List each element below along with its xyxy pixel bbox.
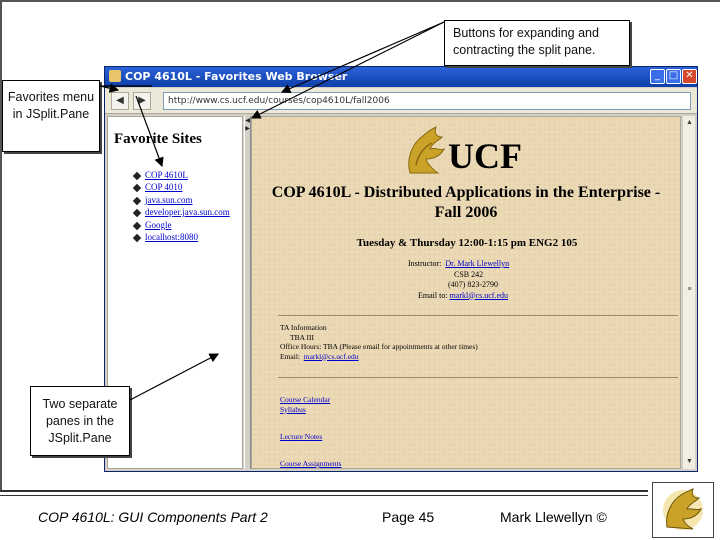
slide-footer: COP 4610L: GUI Components Part 2 Page 45… bbox=[0, 482, 720, 540]
collapse-left-icon[interactable]: ◀ bbox=[245, 118, 250, 124]
favorite-item[interactable]: COP 4610L bbox=[132, 169, 230, 181]
favorite-link[interactable]: COP 4010 bbox=[145, 182, 182, 192]
syllabus-link[interactable]: Syllabus bbox=[280, 405, 341, 414]
ucf-logo: UCF bbox=[402, 125, 534, 177]
favorite-link[interactable]: COP 4610L bbox=[145, 170, 188, 180]
footer-author: Mark Llewellyn © bbox=[500, 509, 607, 525]
window-title: COP 4610L - Favorites Web Browser bbox=[125, 70, 348, 83]
split-pane-divider[interactable]: ◀ ▶ bbox=[244, 116, 251, 469]
course-assignments-link[interactable]: Course Assignments bbox=[280, 459, 341, 468]
maximize-button[interactable]: □ bbox=[666, 69, 681, 84]
footer-course: COP 4610L: GUI Components Part 2 bbox=[38, 509, 268, 525]
slide-border-top bbox=[0, 0, 720, 2]
favorite-item[interactable]: COP 4010 bbox=[132, 181, 230, 193]
phone: (407) 823-2790 bbox=[448, 280, 498, 289]
close-button[interactable]: ✕ bbox=[682, 69, 697, 84]
callout-buttons: Buttons for expanding and contracting th… bbox=[444, 20, 630, 66]
web-page-pane: UCF COP 4610L - Distributed Applications… bbox=[251, 116, 681, 469]
favorite-item[interactable]: developer.java.sun.com bbox=[132, 206, 230, 218]
divider-line bbox=[278, 377, 678, 378]
course-title: COP 4610L - Distributed Applications in … bbox=[271, 184, 661, 221]
ta-info: TA Information TBA III Office Hours: TBA… bbox=[280, 323, 478, 361]
expand-right-icon[interactable]: ▶ bbox=[245, 126, 250, 132]
toolbar: ◀ ▶ http://www.cs.ucf.edu/courses/cop461… bbox=[105, 88, 697, 114]
schedule: Tuesday & Thursday 12:00-1:15 pm ENG2 10… bbox=[356, 237, 578, 249]
address-field[interactable]: http://www.cs.ucf.edu/courses/cop4610L/f… bbox=[163, 92, 691, 110]
footer-page-number: Page 45 bbox=[382, 509, 435, 525]
course-calendar-link[interactable]: Course Calendar bbox=[280, 395, 341, 404]
pegasus-icon bbox=[408, 126, 446, 174]
title-bar[interactable]: COP 4610L - Favorites Web Browser _ □ ✕ bbox=[105, 67, 697, 87]
office: CSB 242 bbox=[454, 269, 484, 279]
favorite-item[interactable]: Google bbox=[132, 219, 230, 231]
bullet-icon bbox=[132, 184, 142, 193]
office-hours: Office Hours: TBA (Please email for appo… bbox=[280, 342, 478, 351]
favorite-link[interactable]: Google bbox=[145, 220, 172, 230]
bullet-icon bbox=[132, 208, 142, 218]
bullet-icon bbox=[132, 221, 142, 230]
ucf-footer-logo bbox=[652, 482, 714, 538]
ta-heading: TA Information bbox=[280, 323, 327, 332]
logo-text: UCF bbox=[448, 136, 522, 176]
pegasus-icon bbox=[663, 488, 703, 530]
instructor-label: Instructor: bbox=[408, 259, 442, 268]
bullet-icon bbox=[132, 171, 142, 181]
ta-email-link[interactable]: markl@cs.ucf.edu bbox=[304, 352, 359, 361]
callout-panes: Two separate panes in the JSplit.Pane bbox=[30, 386, 130, 456]
scroll-down-icon[interactable]: ▼ bbox=[684, 456, 695, 467]
ta-email-label: Email: bbox=[280, 351, 300, 361]
favorite-link[interactable]: localhost:8080 bbox=[145, 232, 198, 242]
email-label: Email to: bbox=[418, 290, 448, 300]
minimize-button[interactable]: _ bbox=[650, 69, 665, 84]
instructor-link[interactable]: Dr. Mark Llewellyn bbox=[445, 259, 509, 268]
favorite-link[interactable]: java.sun.com bbox=[145, 195, 193, 205]
scroll-grip-icon[interactable]: ≡ bbox=[684, 284, 695, 295]
ta-name: TBA III bbox=[290, 332, 314, 342]
app-icon bbox=[109, 70, 121, 82]
favorites-heading: Favorite Sites bbox=[114, 131, 202, 147]
instructor-info: Instructor: Dr. Mark Llewellyn CSB 242 (… bbox=[408, 259, 509, 301]
browser-window: COP 4610L - Favorites Web Browser _ □ ✕ … bbox=[104, 66, 698, 472]
back-button[interactable]: ◀ bbox=[111, 92, 129, 110]
slide-border-left bbox=[0, 0, 2, 490]
favorite-item[interactable]: localhost:8080 bbox=[132, 231, 230, 243]
vertical-scrollbar[interactable]: ▲ ≡ ▼ bbox=[682, 116, 695, 469]
favorite-item[interactable]: java.sun.com bbox=[132, 194, 230, 206]
lecture-notes-link[interactable]: Lecture Notes bbox=[280, 432, 341, 441]
footer-rule bbox=[0, 490, 648, 492]
email-link[interactable]: markl@cs.ucf.edu bbox=[450, 291, 508, 300]
scroll-up-icon[interactable]: ▲ bbox=[684, 117, 695, 128]
bullet-icon bbox=[132, 196, 142, 205]
bullet-icon bbox=[132, 233, 142, 243]
callout-favorites: Favorites menu in JSplit.Pane bbox=[2, 80, 100, 152]
favorites-list: COP 4610L COP 4010 java.sun.com develope… bbox=[132, 169, 230, 243]
course-links: Course Calendar Syllabus Lecture Notes C… bbox=[280, 395, 341, 468]
forward-button[interactable]: ▶ bbox=[133, 92, 151, 110]
divider-line bbox=[278, 315, 678, 316]
footer-rule bbox=[0, 495, 648, 496]
favorite-link[interactable]: developer.java.sun.com bbox=[145, 207, 230, 217]
